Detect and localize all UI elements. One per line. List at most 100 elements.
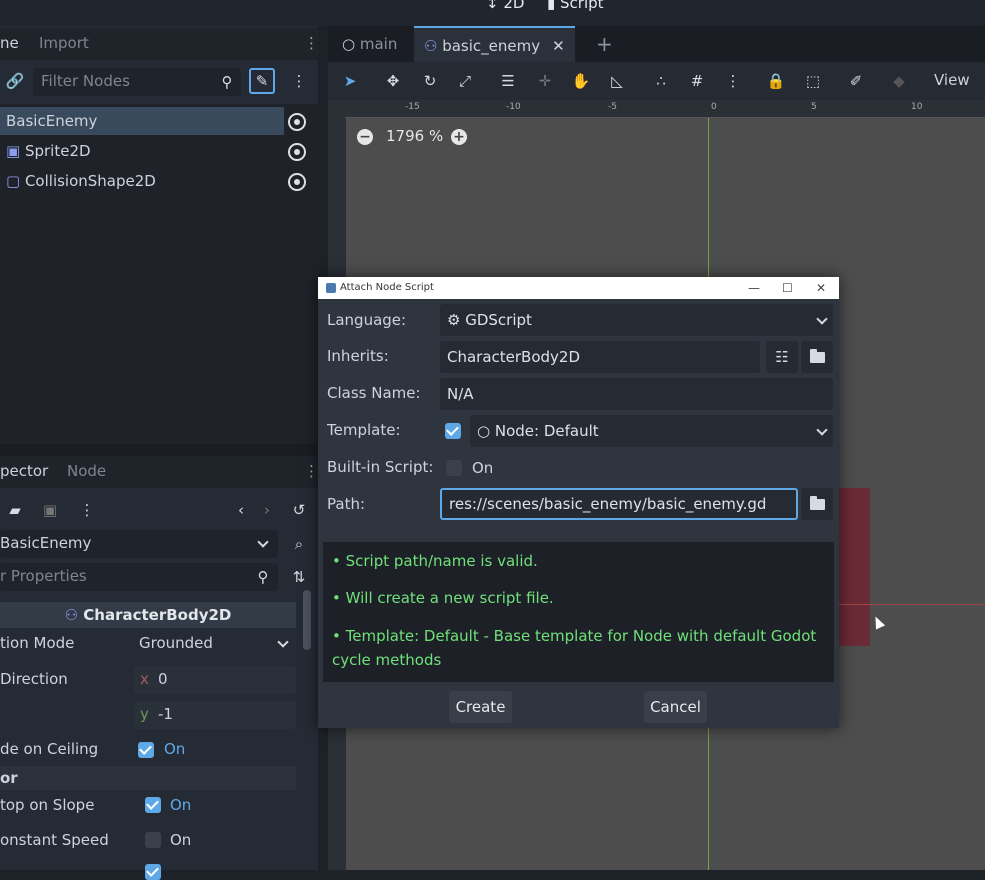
tab-node[interactable]: Node xyxy=(67,462,106,480)
canvas-toolbar: ➤ ✥ ↻ ⤢ ☰ ✛ ✋ ◺ ∴ # ⋮ 🔒 ⬚ ✐ ◆ View xyxy=(328,62,985,100)
scale-tool-icon[interactable]: ⤢ xyxy=(452,68,478,94)
back-icon[interactable]: ‹ xyxy=(228,497,254,523)
mode-2d-button[interactable]: ↕ 2D xyxy=(486,0,524,12)
top-bar: ↕ 2D ▮ Script xyxy=(0,0,985,26)
classname-input[interactable]: N/A xyxy=(440,378,833,410)
tree-node-basicenemy[interactable]: BasicEnemy xyxy=(0,107,284,135)
create-button[interactable]: Create xyxy=(449,691,512,723)
move-tool-icon[interactable]: ✥ xyxy=(380,68,406,94)
save-icon[interactable]: ▣ xyxy=(37,497,63,523)
more-icon[interactable]: ⋮ xyxy=(74,497,100,523)
folder-icon[interactable] xyxy=(801,341,833,373)
bone-icon[interactable]: ✐ xyxy=(843,68,869,94)
dock-menu-icon[interactable]: ⋮ xyxy=(304,462,319,480)
subsection-floor[interactable]: or xyxy=(0,766,296,790)
cancel-button[interactable]: Cancel xyxy=(644,691,707,723)
dock-splitter[interactable] xyxy=(0,444,318,456)
visibility-icon[interactable]: ◆ xyxy=(886,68,912,94)
visibility-eye-icon[interactable] xyxy=(288,173,306,191)
zoom-in-icon[interactable]: + xyxy=(451,129,467,145)
filter-settings-icon[interactable]: ⇅ xyxy=(286,564,312,590)
rotate-tool-icon[interactable]: ↻ xyxy=(417,68,443,94)
tab-main[interactable]: ○ main xyxy=(332,26,407,62)
attach-script-icon[interactable]: ✎ xyxy=(249,68,275,94)
up-direction-x-field[interactable]: x 0 xyxy=(134,666,296,694)
grid-snap-icon[interactable]: # xyxy=(684,68,710,94)
godot-icon xyxy=(326,283,336,293)
builtin-checkbox[interactable] xyxy=(446,460,462,476)
prop-constant-speed-label: onstant Speed xyxy=(0,831,109,849)
doc-icon[interactable]: ⌕ xyxy=(286,531,312,557)
scene-tree: BasicEnemy ▣ Sprite2D ▢ CollisionShape2D xyxy=(0,104,318,444)
attach-node-script-dialog: Attach Node Script — ☐ ✕ Language: ⚙ GDS… xyxy=(318,277,839,728)
slide-on-ceiling-checkbox[interactable] xyxy=(138,742,154,758)
tab-inspector[interactable]: pector xyxy=(0,462,48,480)
pivot-icon[interactable]: ✛ xyxy=(532,68,558,94)
close-icon[interactable]: ✕ xyxy=(816,277,826,299)
validation-messages: • Script path/name is valid. • Will crea… xyxy=(323,542,834,682)
zoom-out-icon[interactable]: − xyxy=(357,129,373,145)
dock-menu-icon[interactable]: ⋮ xyxy=(304,34,319,52)
path-input[interactable]: res://scenes/basic_enemy/basic_enemy.gd xyxy=(440,488,798,520)
view-menu[interactable]: View xyxy=(934,71,970,89)
tab-import[interactable]: Import xyxy=(39,34,89,52)
pan-tool-icon[interactable]: ✋ xyxy=(568,68,594,94)
visibility-eye-icon[interactable] xyxy=(288,113,306,131)
tree-node-collisionshape2d[interactable]: ▢ CollisionShape2D xyxy=(0,167,284,195)
more-icon[interactable]: ⋮ xyxy=(286,68,312,94)
smart-snap-icon[interactable]: ∴ xyxy=(648,68,674,94)
enemy-sprite[interactable] xyxy=(838,488,870,646)
inspector-scrollbar[interactable] xyxy=(303,590,311,650)
minimize-icon[interactable]: — xyxy=(748,277,760,299)
select-tool-icon[interactable]: ➤ xyxy=(337,68,363,94)
horizontal-ruler: -15 -10 -5 0 5 10 xyxy=(345,100,985,118)
motion-mode-select[interactable]: Grounded xyxy=(134,630,296,658)
sprite-icon: ▣ xyxy=(6,142,25,160)
characterbody-icon: ⚇ xyxy=(64,606,84,624)
stop-on-slope-checkbox[interactable] xyxy=(145,797,161,813)
gear-icon: ⚙ xyxy=(447,311,466,329)
tab-scene[interactable]: ne xyxy=(0,34,19,52)
prop-motion-mode-label: tion Mode xyxy=(0,634,75,652)
section-characterbody2d[interactable]: ⚇ CharacterBody2D xyxy=(0,602,296,628)
template-select[interactable]: ○ Node: Default xyxy=(470,415,833,447)
maximize-icon[interactable]: ☐ xyxy=(782,277,793,299)
template-checkbox[interactable] xyxy=(445,423,461,439)
list-select-icon[interactable]: ☰ xyxy=(495,68,521,94)
scene-icon: ○ xyxy=(342,35,360,53)
dialog-titlebar[interactable]: Attach Node Script — ☐ ✕ xyxy=(318,277,839,299)
up-direction-y-field[interactable]: y -1 xyxy=(134,701,296,729)
folder-icon[interactable]: ▰ xyxy=(2,497,28,523)
add-tab-icon[interactable]: + xyxy=(586,26,623,62)
close-tab-icon[interactable]: ✕ xyxy=(552,37,565,55)
builtin-value: On xyxy=(472,459,494,477)
tab-basic-enemy[interactable]: ⚇ basic_enemy ✕ xyxy=(414,26,575,62)
next-property-checkbox[interactable] xyxy=(145,864,161,880)
language-select[interactable]: ⚙ GDScript xyxy=(440,304,833,336)
class-tree-icon[interactable]: ☷ xyxy=(766,341,798,373)
snap-options-icon[interactable]: ⋮ xyxy=(720,68,746,94)
path-label: Path: xyxy=(327,495,366,513)
mode-script-button[interactable]: ▮ Script xyxy=(547,0,604,12)
folder-icon[interactable] xyxy=(801,488,833,520)
search-icon: ⚲ xyxy=(257,568,269,586)
inspected-object-select[interactable]: BasicEnemy xyxy=(0,530,278,558)
message-line: • Template: Default - Base template for … xyxy=(332,627,817,669)
zoom-level[interactable]: 1796 % xyxy=(386,127,443,145)
constant-speed-checkbox[interactable] xyxy=(145,832,161,848)
collision-icon: ▢ xyxy=(6,172,25,190)
scene-dock-tabs: ne Import ⋮ xyxy=(0,28,319,60)
ruler-tool-icon[interactable]: ◺ xyxy=(604,68,630,94)
inherits-input[interactable]: CharacterBody2D xyxy=(440,341,760,373)
editor-tabs: ○ main ⚇ basic_enemy ✕ + xyxy=(328,26,985,62)
group-icon[interactable]: ⬚ xyxy=(800,68,826,94)
filter-nodes-input[interactable]: Filter Nodes xyxy=(33,68,241,96)
tree-node-sprite2d[interactable]: ▣ Sprite2D xyxy=(0,137,284,165)
visibility-eye-icon[interactable] xyxy=(288,143,306,161)
filter-properties-input[interactable]: r Properties xyxy=(0,563,278,591)
forward-icon[interactable]: › xyxy=(254,497,280,523)
characterbody-icon: ⚇ xyxy=(424,37,443,55)
link-icon[interactable]: 🔗 xyxy=(2,68,28,94)
history-icon[interactable]: ↺ xyxy=(286,497,312,523)
lock-icon[interactable]: 🔒 xyxy=(763,68,789,94)
